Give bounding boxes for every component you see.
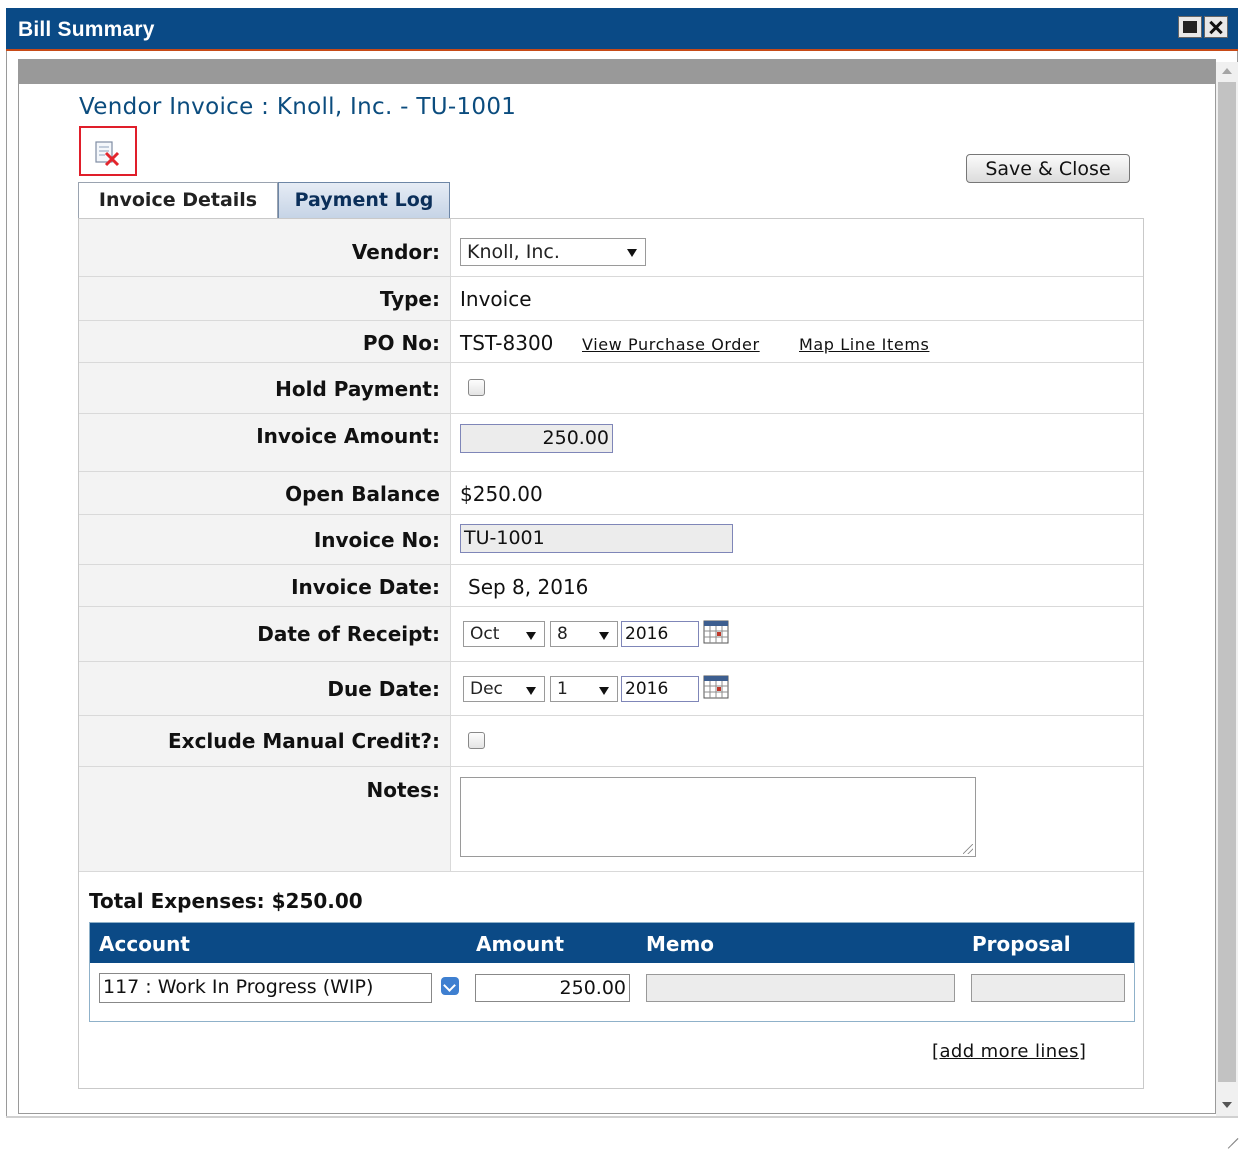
exclude-manual-credit-checkbox[interactable]: [468, 732, 485, 749]
po-label: PO No:: [362, 331, 440, 355]
invoice-no-label: Invoice No:: [313, 528, 440, 552]
amount-input[interactable]: 250.00: [475, 974, 630, 1002]
due-date-row: Due Date: Dec 1 2016: [79, 662, 1143, 716]
chevron-down-icon: [599, 632, 609, 640]
scroll-down-icon[interactable]: [1222, 1102, 1232, 1108]
total-expenses: Total Expenses: $250.00: [89, 889, 363, 913]
invoice-date-value: Sep 8, 2016: [468, 575, 589, 599]
panel-header-bar: [19, 60, 1215, 84]
due-day-value: 1: [557, 679, 568, 699]
page-title: Vendor Invoice : Knoll, Inc. - TU-1001: [79, 94, 517, 120]
tab-payment-log[interactable]: Payment Log: [278, 182, 450, 219]
open-balance-value: $250.00: [460, 482, 543, 506]
invoice-no-row: Invoice No: TU-1001: [79, 515, 1143, 565]
column-account: Account: [99, 932, 190, 956]
invoice-date-row: Invoice Date: Sep 8, 2016: [79, 565, 1143, 607]
invoice-amount-row: Invoice Amount: 250.00: [79, 414, 1143, 472]
scroll-thumb[interactable]: [1218, 82, 1236, 1082]
invoice-amount-input[interactable]: 250.00: [460, 424, 613, 453]
chevron-down-icon[interactable]: [441, 977, 459, 995]
add-more-lines-label: add more lines: [939, 1041, 1079, 1062]
expenses-table: Account Amount Memo Proposal 117 : Work …: [89, 922, 1135, 1022]
memo-input[interactable]: [646, 974, 955, 1002]
vendor-select-value: Knoll, Inc.: [467, 241, 560, 263]
notes-textarea[interactable]: [460, 777, 976, 857]
receipt-day-select[interactable]: 8: [550, 621, 618, 647]
po-row: PO No: TST-8300 View Purchase Order Map …: [79, 321, 1143, 363]
invoice-details-panel: Vendor: Knoll, Inc. Type: Invoice PO No:…: [78, 218, 1144, 1089]
chevron-down-icon: [526, 632, 536, 640]
delete-invoice-button[interactable]: [79, 126, 137, 176]
notes-row: Notes:: [79, 767, 1143, 872]
date-of-receipt-label: Date of Receipt:: [257, 622, 440, 646]
tab-invoice-details[interactable]: Invoice Details: [78, 182, 278, 219]
expenses-table-header: Account Amount Memo Proposal: [90, 923, 1134, 963]
resize-grip-icon[interactable]: [1222, 1124, 1239, 1149]
hold-payment-label: Hold Payment:: [275, 377, 440, 401]
calendar-icon[interactable]: [703, 675, 729, 699]
scroll-up-icon[interactable]: [1222, 68, 1232, 74]
minimize-button[interactable]: [1178, 16, 1202, 38]
view-purchase-order-link[interactable]: View Purchase Order: [582, 335, 760, 354]
open-balance-label: Open Balance: [285, 482, 440, 506]
hold-payment-row: Hold Payment:: [79, 363, 1143, 414]
calendar-icon[interactable]: [703, 620, 729, 644]
add-more-lines-link[interactable]: [add more lines]: [932, 1041, 1086, 1062]
hold-payment-checkbox[interactable]: [468, 379, 485, 396]
window-title: Bill Summary: [18, 18, 155, 41]
type-value: Invoice: [460, 287, 532, 311]
due-month-value: Dec: [470, 679, 503, 699]
chevron-down-icon: [599, 687, 609, 695]
invoice-date-label: Invoice Date:: [291, 575, 440, 599]
window-bottom-border: [6, 1116, 1238, 1118]
chevron-down-icon: [627, 249, 637, 257]
map-line-items-link[interactable]: Map Line Items: [799, 335, 929, 354]
open-balance-row: Open Balance $250.00: [79, 472, 1143, 515]
invoice-no-input[interactable]: TU-1001: [460, 524, 733, 553]
window-titlebar: Bill Summary: [6, 8, 1238, 51]
vertical-scrollbar[interactable]: [1216, 62, 1238, 1116]
receipt-month-select[interactable]: Oct: [463, 621, 545, 647]
type-label: Type:: [379, 287, 440, 311]
account-input[interactable]: 117 : Work In Progress (WIP): [99, 973, 432, 1003]
receipt-day-value: 8: [557, 624, 568, 644]
due-date-label: Due Date:: [327, 677, 440, 701]
due-year-input[interactable]: 2016: [621, 676, 699, 702]
receipt-month-value: Oct: [470, 624, 500, 644]
exclude-manual-credit-row: Exclude Manual Credit?:: [79, 716, 1143, 767]
vendor-label: Vendor:: [351, 240, 440, 264]
po-value: TST-8300: [460, 331, 554, 355]
save-close-button[interactable]: Save & Close: [966, 154, 1130, 183]
column-memo: Memo: [646, 932, 715, 956]
exclude-manual-credit-label: Exclude Manual Credit?:: [168, 729, 440, 753]
delete-document-icon: [95, 141, 120, 167]
close-window-button[interactable]: [1204, 16, 1228, 38]
vendor-row: Vendor: Knoll, Inc.: [79, 219, 1143, 277]
receipt-year-input[interactable]: 2016: [621, 621, 699, 647]
notes-label: Notes:: [366, 778, 440, 802]
proposal-input[interactable]: [971, 974, 1125, 1002]
due-day-select[interactable]: 1: [550, 676, 618, 702]
type-row: Type: Invoice: [79, 277, 1143, 321]
invoice-amount-label: Invoice Amount:: [256, 424, 440, 448]
column-amount: Amount: [476, 932, 565, 956]
date-of-receipt-row: Date of Receipt: Oct 8 2016: [79, 607, 1143, 662]
vendor-select[interactable]: Knoll, Inc.: [460, 238, 646, 266]
column-proposal: Proposal: [972, 932, 1071, 956]
chevron-down-icon: [526, 687, 536, 695]
due-month-select[interactable]: Dec: [463, 676, 545, 702]
